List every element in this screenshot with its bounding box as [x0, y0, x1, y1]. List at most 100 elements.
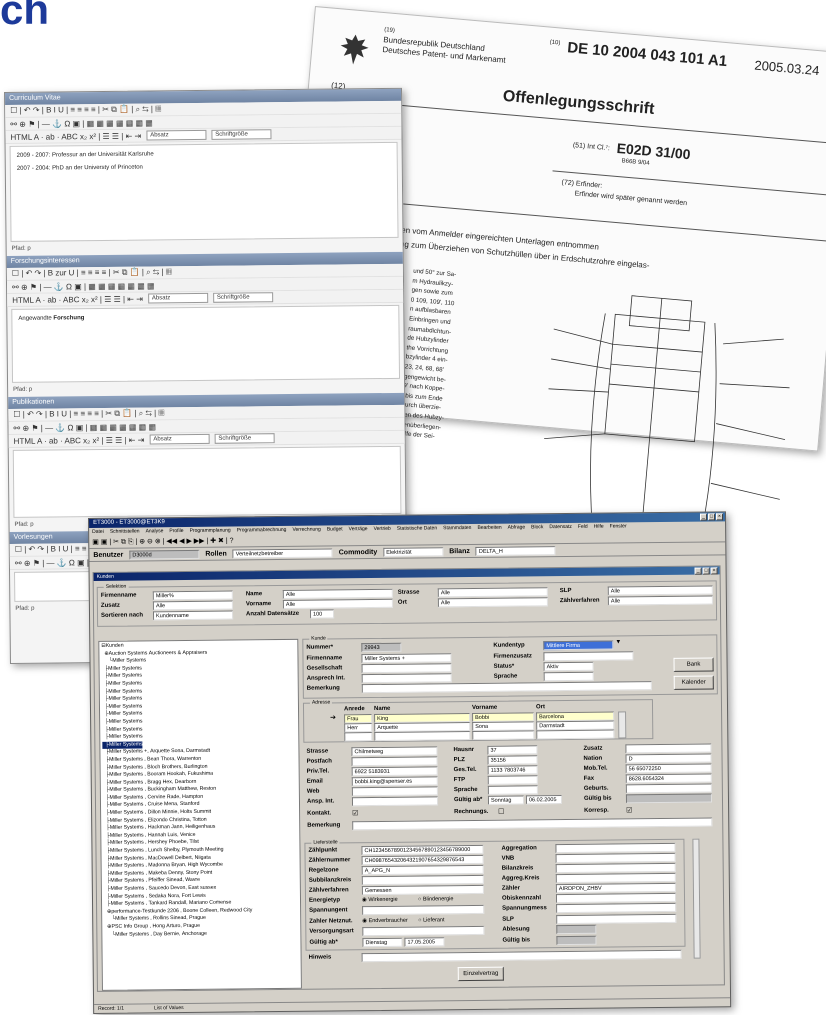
format-tools[interactable]: HTML A · ab · ABC x₂ x² | ☰ ☰ | ⇤ ⇥	[12, 294, 143, 304]
menu-item[interactable]: Abfrage	[508, 523, 526, 532]
gueltig-ab-date[interactable]: 06.02.2005	[525, 795, 563, 805]
ansp-field[interactable]	[351, 796, 439, 807]
anrede-cell[interactable]: Frau	[344, 714, 373, 724]
ansprech-field[interactable]	[361, 673, 452, 684]
menu-item[interactable]: Programmplanung	[190, 527, 231, 536]
minimize-icon[interactable]: _	[694, 567, 702, 575]
menu-item[interactable]: Programmabrechnung	[237, 526, 287, 536]
anrede-cell[interactable]	[344, 732, 373, 742]
menu-item[interactable]: Schnittstellen	[110, 527, 140, 536]
bemerkung-field[interactable]	[361, 681, 652, 694]
firmenname-filter[interactable]: Miller%	[152, 590, 233, 601]
tree-node[interactable]: └Miller Systems , Day Bernie, Anchorage	[104, 929, 298, 939]
hausnr-field[interactable]: 37	[487, 745, 538, 755]
firmenzusatz-field[interactable]	[543, 651, 634, 662]
font-size-select[interactable]: Schriftgröße	[212, 292, 273, 303]
menu-item[interactable]: Verrechnung	[292, 526, 320, 535]
anrede-cell[interactable]: Herr	[344, 723, 373, 733]
slp-field[interactable]	[556, 913, 677, 925]
strasse-field[interactable]: Chilmetweg	[351, 746, 438, 757]
name-cell[interactable]	[374, 731, 471, 742]
sprache-field[interactable]	[543, 671, 594, 682]
paragraph-format-select[interactable]: Absatz	[147, 292, 208, 304]
zahler-option-2[interactable]: ○ Lieferant	[418, 917, 444, 923]
menu-item[interactable]: Analyse	[146, 527, 164, 536]
kundentyp-select[interactable]: Mittlere Firma	[543, 640, 614, 651]
zusatz-field[interactable]	[625, 743, 712, 754]
zaehlverfahren-filter[interactable]: Alle	[607, 595, 713, 606]
research-editor-area[interactable]: Angewandte Forschung	[11, 304, 401, 383]
paragraph-format-select[interactable]: Absatz	[149, 433, 210, 445]
hinweis-field[interactable]	[361, 949, 682, 963]
korresp-checkbox[interactable]: ☑	[626, 806, 632, 814]
aggregation-field[interactable]	[555, 842, 676, 854]
paragraph-format-select[interactable]: Absatz	[146, 129, 207, 141]
editor-toolbar[interactable]: HTML A · ab · ABC x₂ x² | ☰ ☰ | ⇤ ⇥ Absa…	[5, 126, 402, 144]
bank-button[interactable]: Bank	[673, 657, 714, 672]
privtel-field[interactable]: 6922 5183931	[351, 766, 438, 777]
rollen-field[interactable]: Verteilnetzbetreiber	[232, 547, 333, 558]
vorname-cell[interactable]	[472, 730, 535, 740]
zaehlpunkt-field[interactable]: CH12345678901234567890123456789000	[361, 844, 484, 856]
strasse-filter[interactable]: Alle	[437, 587, 548, 598]
menu-item[interactable]: Block	[531, 523, 543, 532]
vorname-filter[interactable]: Alle	[282, 598, 393, 609]
email-field[interactable]: bobbi.king@spenser.es	[351, 776, 438, 787]
ort-filter[interactable]: Alle	[437, 597, 548, 608]
font-size-select[interactable]: Schriftgröße	[211, 129, 272, 140]
status-field[interactable]: Aktiv	[543, 661, 594, 672]
menu-item[interactable]: Feld	[578, 523, 588, 532]
bilanz-field[interactable]: DELTA_H	[475, 545, 556, 556]
anzahl-field[interactable]: 100	[309, 609, 335, 619]
editor-toolbar[interactable]: HTML A · ab · ABC x₂ x² | ☰ ☰ | ⇤ ⇥ Absa…	[7, 289, 404, 307]
table-row[interactable]: Herr Arquette Sona Darmstadt	[304, 700, 652, 733]
menu-item[interactable]: Fenster	[610, 522, 627, 531]
zaehler-field[interactable]: AIRDPON_ZHBV	[555, 882, 676, 894]
menu-item[interactable]: Profile	[169, 527, 183, 536]
font-size-select[interactable]: Schriftgröße	[214, 433, 275, 444]
dropdown-arrow-icon[interactable]: ▼	[615, 639, 621, 645]
close-icon[interactable]: ×	[710, 567, 718, 575]
energietyp-option-1[interactable]: ◉ Wirkenergie	[362, 897, 398, 903]
kalender-button[interactable]: Kalender	[673, 675, 714, 690]
obiskennzahl-field[interactable]	[555, 892, 677, 904]
menu-item[interactable]: Vertrieb	[374, 525, 391, 534]
energietyp-option-2[interactable]: ○ Blindenergie	[418, 896, 453, 902]
einzelvertrag-button[interactable]: Einzelvertrag	[457, 966, 504, 982]
zusatz-filter[interactable]: Alle	[152, 600, 233, 611]
versorgung-field[interactable]	[362, 925, 485, 937]
gesellschaft-field[interactable]	[361, 663, 452, 674]
ftp-field[interactable]	[487, 775, 538, 785]
cv-editor-area[interactable]: 2009 - 2007: Professur an der Universitä…	[9, 141, 399, 242]
bemerkung-field[interactable]	[352, 817, 713, 831]
bilanzkreis-field[interactable]	[555, 862, 676, 874]
maximize-icon[interactable]: □	[702, 567, 710, 575]
commodity-field[interactable]: Elektrizität	[383, 546, 444, 557]
firmenname-field[interactable]: Miller Systems +	[361, 653, 452, 664]
format-tools[interactable]: HTML A · ab · ABC x₂ x² | ☰ ☰ | ⇤ ⇥	[10, 131, 141, 141]
web-field[interactable]	[351, 786, 438, 797]
geburts-field[interactable]	[625, 783, 712, 794]
regelzone-field[interactable]: A_APG_N	[361, 864, 484, 876]
format-tools[interactable]: HTML A · ab · ABC x₂ x² | ☰ ☰ | ⇤ ⇥	[14, 435, 145, 445]
editor-toolbar[interactable]: HTML A · ab · ABC x₂ x² | ☰ ☰ | ⇤ ⇥ Absa…	[8, 430, 405, 448]
menu-item[interactable]: Datensatz	[549, 523, 572, 532]
slp-filter[interactable]: Alle	[607, 585, 713, 596]
menu-item[interactable]: Hilfe	[594, 523, 604, 532]
address-scrollbar[interactable]	[618, 711, 627, 739]
customer-tree[interactable]: ⊟Kunden ⊕Auction Systems Auctioneers & A…	[98, 638, 302, 991]
sprache-field[interactable]	[487, 785, 538, 795]
ablesung-field[interactable]	[556, 924, 597, 935]
maximize-icon[interactable]: □	[707, 513, 716, 521]
zaehlverfahren-field[interactable]: Gemessen	[361, 884, 484, 896]
name-filter[interactable]: Alle	[282, 588, 393, 599]
gueltig-bis-field[interactable]	[556, 935, 597, 946]
zaehlernummer-field[interactable]: CH09876543206432190765432987654​3	[361, 854, 484, 866]
gueltig-ab-date[interactable]: 17.05.2005	[404, 937, 445, 947]
rechnungs-checkbox[interactable]: ☐	[498, 808, 504, 816]
table-row[interactable]	[304, 700, 652, 742]
zahler-option-1[interactable]: ◉ Endverbraucher	[362, 918, 408, 924]
gueltig-bis-field[interactable]	[625, 793, 713, 804]
spannung-field[interactable]	[362, 904, 485, 916]
fax-field[interactable]: 8628.6054324	[625, 773, 712, 784]
